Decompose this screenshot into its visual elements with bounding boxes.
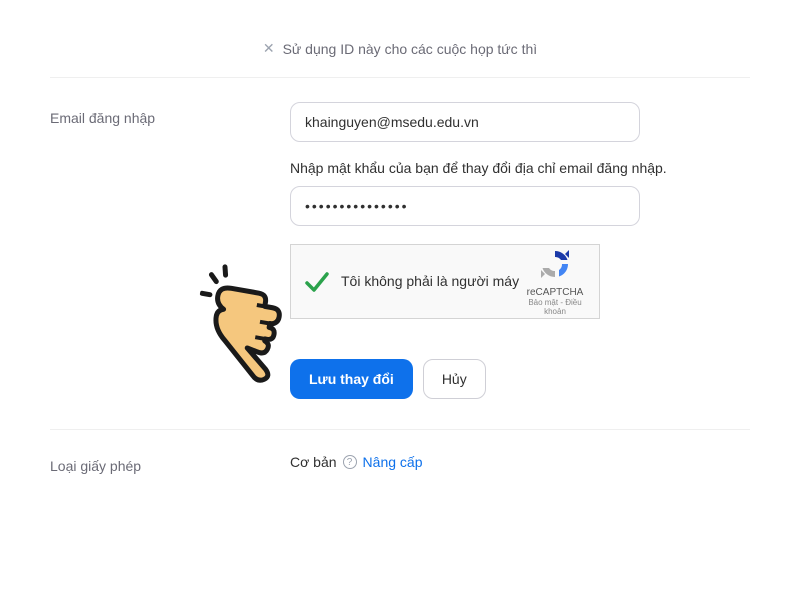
help-icon[interactable]: ? bbox=[343, 455, 357, 469]
recaptcha-brand: reCAPTCHA Bảo mật - Điều khoản bbox=[523, 248, 587, 316]
login-email-content: Nhập mật khẩu của bạn để thay đổi địa ch… bbox=[290, 102, 750, 399]
recaptcha-logo-icon bbox=[539, 248, 571, 280]
instant-meeting-row: ✕ Sử dụng ID này cho các cuộc họp tức th… bbox=[50, 0, 750, 78]
license-content: Cơ bản ? Nâng cấp bbox=[290, 450, 750, 474]
login-email-section: Email đăng nhập Nhập mật khẩu của bạn để… bbox=[50, 78, 750, 419]
pointing-hand-icon bbox=[185, 257, 324, 396]
recaptcha-terms: Bảo mật - Điều khoản bbox=[523, 298, 587, 316]
recaptcha-widget[interactable]: Tôi không phải là người máy reCAPTCHA Bả… bbox=[290, 244, 600, 319]
instant-meeting-text: Sử dụng ID này cho các cuộc họp tức thì bbox=[283, 41, 538, 57]
license-value: Cơ bản bbox=[290, 454, 337, 470]
password-helper-text: Nhập mật khẩu của bạn để thay đổi địa ch… bbox=[290, 160, 750, 176]
license-section: Loại giấy phép Cơ bản ? Nâng cấp bbox=[50, 429, 750, 494]
password-field-wrapper bbox=[290, 186, 640, 226]
cancel-button[interactable]: Hủy bbox=[423, 359, 486, 399]
password-input[interactable] bbox=[305, 198, 625, 214]
recaptcha-text: Tôi không phải là người máy bbox=[341, 272, 523, 290]
email-field-wrapper bbox=[290, 102, 640, 142]
close-icon[interactable]: ✕ bbox=[263, 40, 275, 57]
upgrade-link[interactable]: Nâng cấp bbox=[363, 454, 423, 470]
button-row: Lưu thay đổi Hủy bbox=[290, 359, 750, 399]
recaptcha-name: reCAPTCHA bbox=[523, 287, 587, 298]
license-label: Loại giấy phép bbox=[50, 450, 290, 474]
email-input[interactable] bbox=[305, 114, 625, 130]
